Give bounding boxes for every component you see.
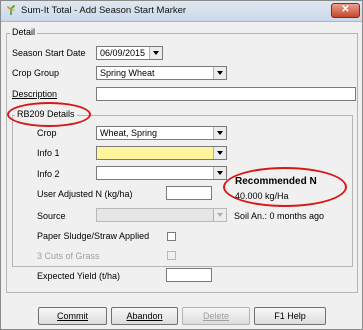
chevron-down-icon[interactable] bbox=[213, 167, 226, 179]
abandon-button[interactable]: Abandon bbox=[111, 307, 178, 325]
paper-sludge-checkbox[interactable] bbox=[167, 232, 176, 241]
crop-label: Crop bbox=[37, 128, 57, 138]
description-label: Description bbox=[12, 89, 58, 99]
info2-label: Info 2 bbox=[37, 169, 60, 179]
crop-select[interactable]: Wheat, Spring bbox=[96, 126, 227, 140]
abandon-button-label: Abandon bbox=[126, 311, 163, 321]
chevron-down-icon[interactable] bbox=[213, 127, 226, 139]
season-start-date-label: Season Start Date bbox=[12, 48, 86, 58]
season-start-date-picker[interactable]: 06/09/2015 bbox=[96, 46, 163, 60]
info1-label: Info 1 bbox=[37, 148, 60, 158]
description-field[interactable] bbox=[96, 87, 356, 101]
commit-button[interactable]: Commit bbox=[38, 307, 107, 325]
help-button-label: F1 Help bbox=[274, 311, 306, 321]
user-adjusted-n-field[interactable] bbox=[166, 186, 212, 200]
title-bar[interactable]: Sum-It Total - Add Season Start Marker ✕ bbox=[1, 1, 362, 22]
close-icon: ✕ bbox=[341, 4, 350, 15]
detail-legend: Detail bbox=[10, 27, 38, 37]
app-icon bbox=[7, 5, 15, 15]
close-button[interactable]: ✕ bbox=[331, 3, 360, 18]
chevron-down-icon[interactable] bbox=[213, 67, 226, 79]
help-button[interactable]: F1 Help bbox=[254, 307, 326, 325]
three-cuts-label: 3 Cuts of Grass bbox=[37, 251, 100, 261]
chevron-down-icon[interactable] bbox=[213, 147, 226, 159]
paper-sludge-label: Paper Sludge/Straw Applied bbox=[37, 231, 150, 241]
three-cuts-checkbox[interactable] bbox=[167, 251, 176, 260]
chevron-down-icon[interactable] bbox=[213, 209, 226, 221]
commit-button-label: Commit bbox=[57, 311, 88, 321]
crop-group-label: Crop Group bbox=[12, 68, 60, 78]
info2-select[interactable] bbox=[96, 166, 227, 180]
soil-analysis-age: Soil An.: 0 months ago bbox=[234, 211, 325, 221]
expected-yield-label: Expected Yield (t/ha) bbox=[37, 271, 121, 281]
crop-group-value: Spring Wheat bbox=[100, 68, 155, 78]
rb209-legend: RB209 Details bbox=[15, 109, 77, 119]
source-label: Source bbox=[37, 211, 66, 221]
season-start-date-value: 06/09/2015 bbox=[100, 48, 146, 58]
dialog-window: Sum-It Total - Add Season Start Marker ✕… bbox=[0, 0, 363, 330]
source-select[interactable] bbox=[96, 208, 227, 222]
expected-yield-field[interactable] bbox=[166, 268, 212, 282]
user-adjusted-n-label: User Adjusted N (kg/ha) bbox=[37, 189, 133, 199]
window-title: Sum-It Total - Add Season Start Marker bbox=[21, 5, 187, 16]
delete-button[interactable]: Delete bbox=[182, 307, 250, 325]
recommended-n-value: 40.000 kg/Ha bbox=[235, 191, 289, 201]
chevron-down-icon[interactable] bbox=[149, 47, 162, 59]
info1-select[interactable] bbox=[96, 146, 227, 160]
delete-button-label: Delete bbox=[202, 311, 229, 321]
recommended-n-title: Recommended N bbox=[235, 176, 317, 187]
crop-value: Wheat, Spring bbox=[100, 128, 158, 138]
crop-group-select[interactable]: Spring Wheat bbox=[96, 66, 227, 80]
